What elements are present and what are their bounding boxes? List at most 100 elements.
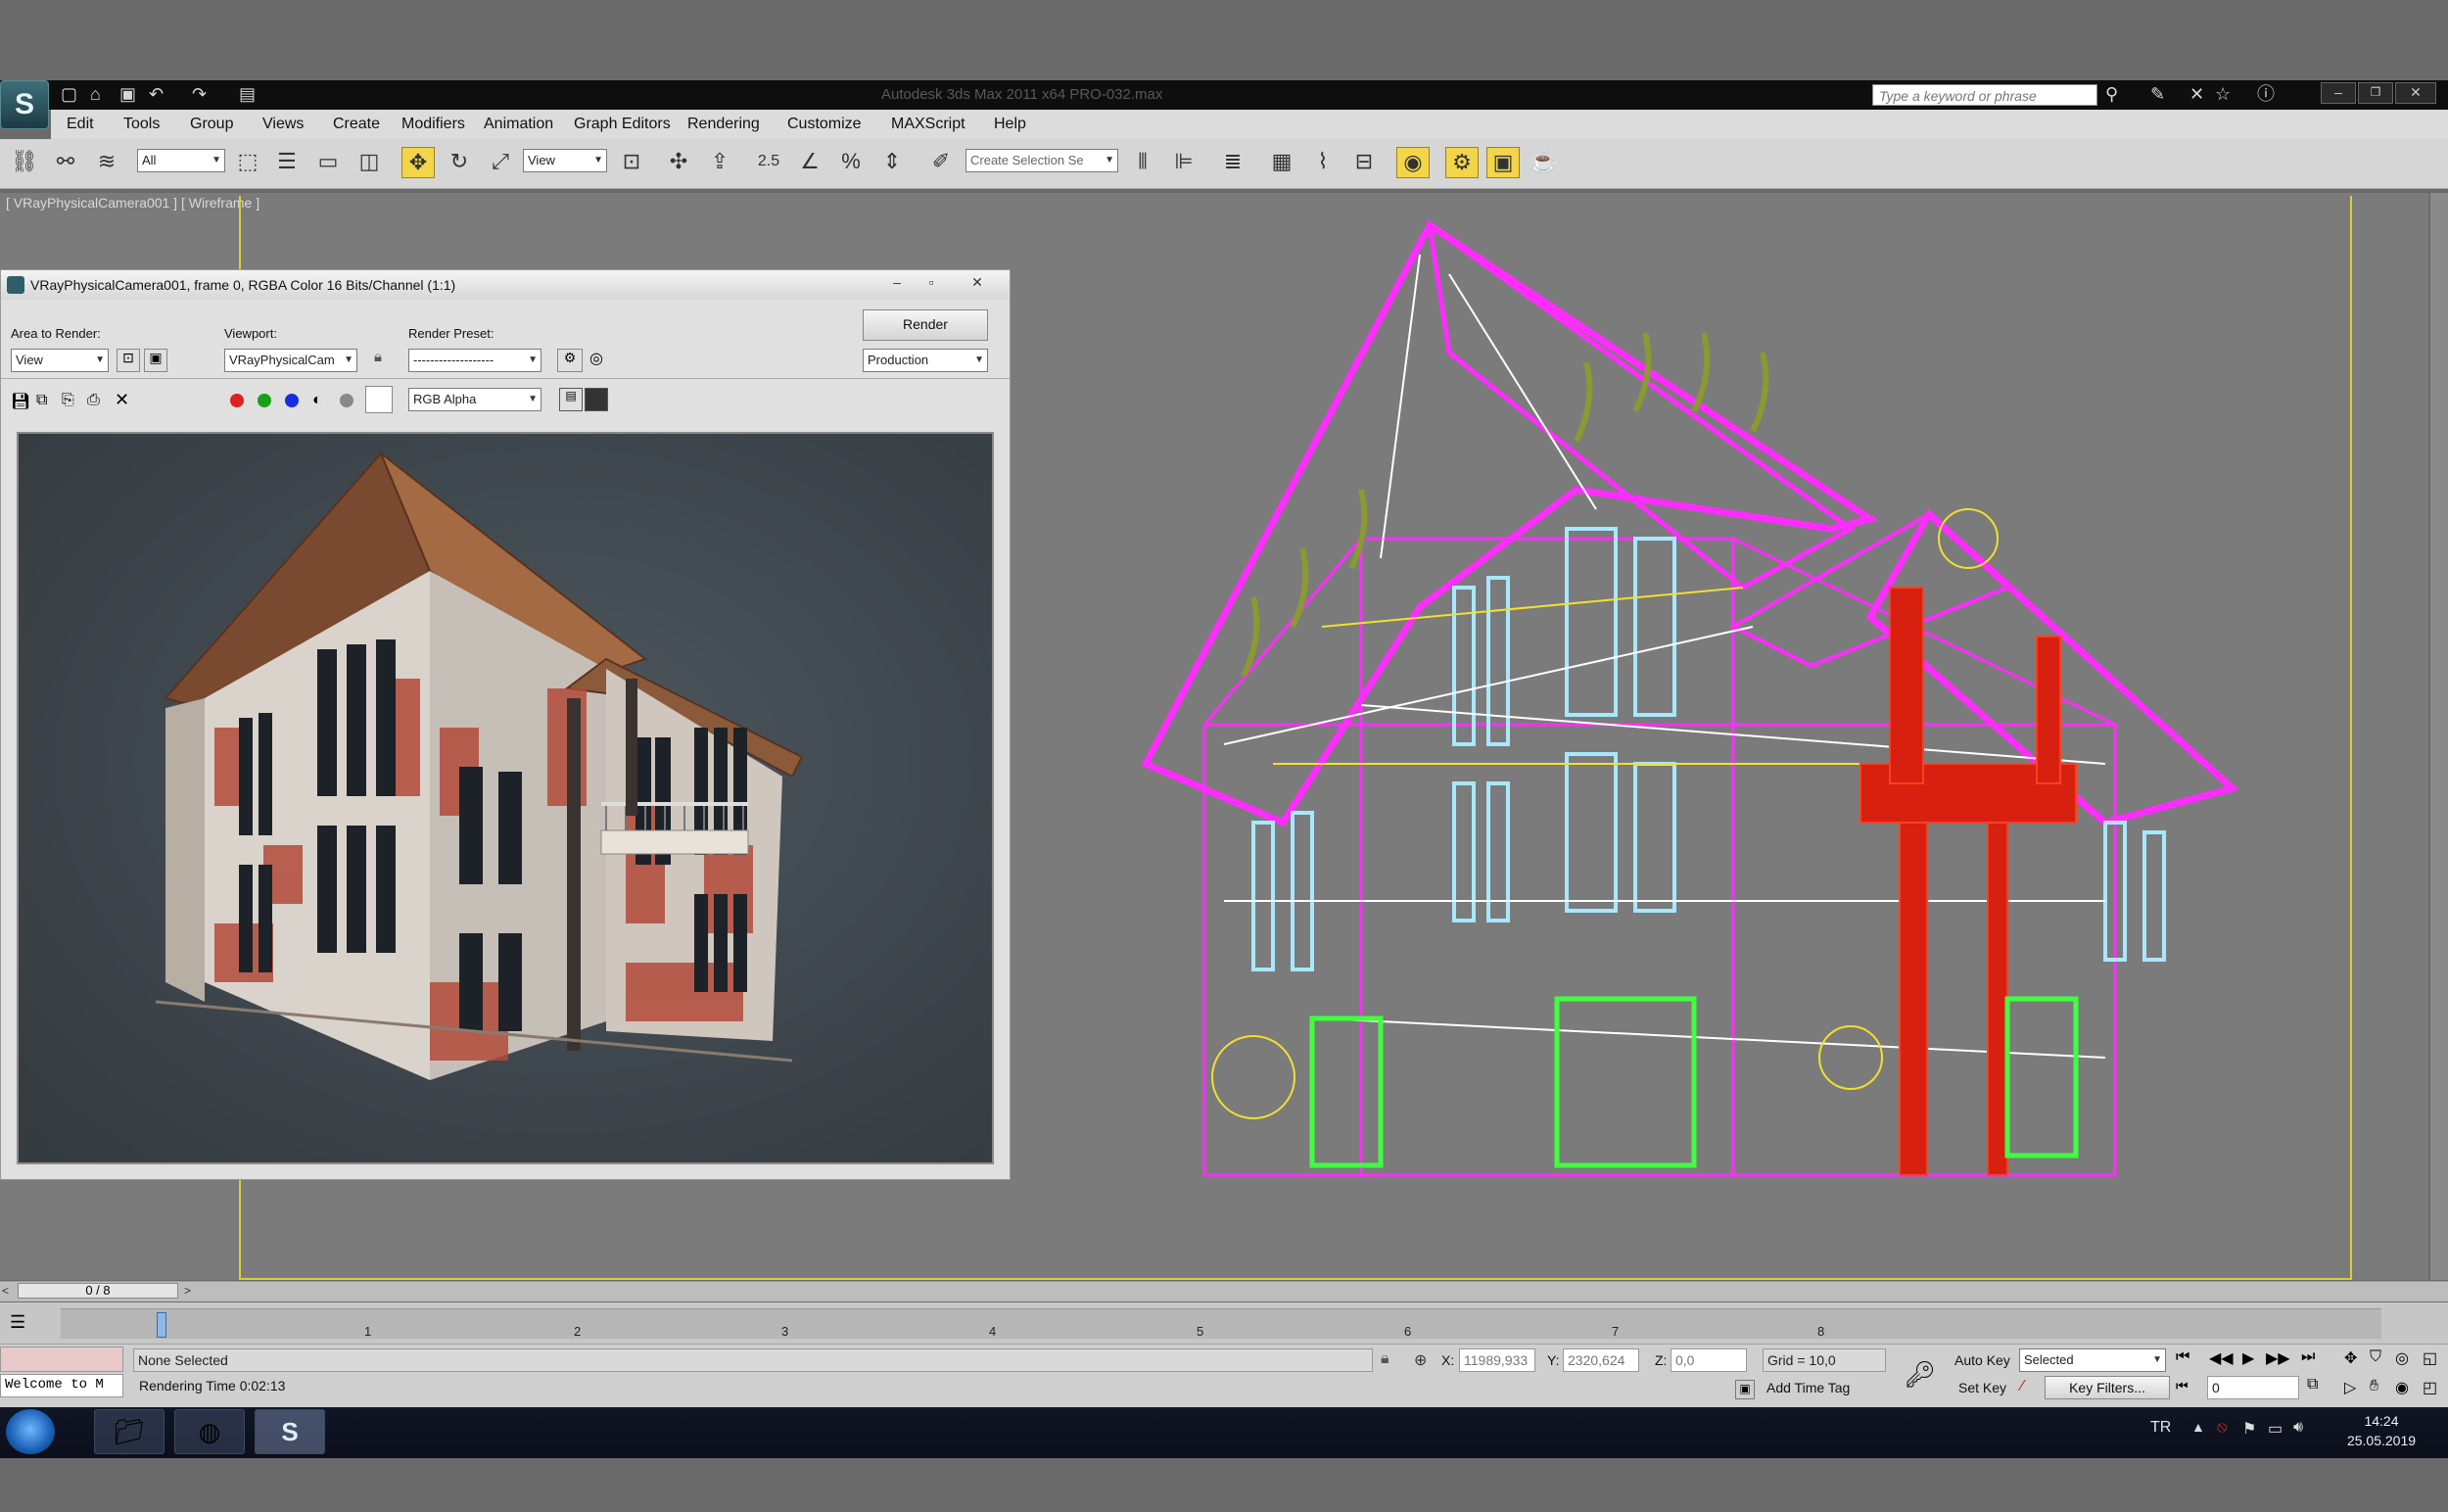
add-time-tag-button[interactable]: Add Time Tag <box>1766 1380 1850 1395</box>
graphite-toggle-icon[interactable]: ▦ <box>1265 147 1298 178</box>
previous-frame-icon[interactable]: ◀◀ <box>2209 1348 2234 1368</box>
curve-editor-icon[interactable]: ⌇ <box>1306 147 1340 178</box>
render-setup-icon[interactable]: ⚙ <box>1445 147 1479 178</box>
green-channel-toggle[interactable] <box>258 394 271 407</box>
menu-edit[interactable]: Edit <box>67 116 94 133</box>
antivirus-icon[interactable]: ⦸ <box>2217 1419 2227 1437</box>
pivot-center-icon[interactable]: ⊡ <box>615 147 648 178</box>
time-slider-prev-icon[interactable]: < <box>2 1284 9 1298</box>
minimize-button[interactable]: – <box>2321 82 2356 104</box>
rendered-frame-window-icon[interactable]: ▣ <box>1486 147 1520 178</box>
viewport-label[interactable]: [ VRayPhysicalCamera001 ] [ Wireframe ] <box>6 195 259 211</box>
clock-time[interactable]: 14:24 <box>2334 1413 2428 1429</box>
align-icon[interactable]: ⊫ <box>1167 147 1200 178</box>
render-close-button[interactable]: ✕ <box>963 274 992 294</box>
key-filters-button[interactable]: Key Filters... <box>2045 1376 2170 1399</box>
time-config-icon[interactable]: ⧉ <box>2307 1376 2318 1394</box>
zoom-icon[interactable]: ✥ <box>2344 1348 2357 1368</box>
frame-counter[interactable]: 0 / 8 <box>18 1283 178 1299</box>
key-mode-icon[interactable]: ⁄ <box>2021 1378 2024 1395</box>
min-max-toggle-icon[interactable]: ◰ <box>2423 1378 2437 1397</box>
app-logo-button[interactable]: S <box>0 80 49 129</box>
track-bar[interactable]: ☰ 1 2 3 4 5 6 7 8 <box>0 1302 2448 1344</box>
unlink-icon[interactable]: ⚯ <box>49 147 82 178</box>
y-coordinate-field[interactable]: 2320,624 <box>1563 1348 1639 1372</box>
time-slider-next-icon[interactable]: > <box>184 1284 191 1298</box>
layer-manager-icon[interactable]: ≣ <box>1216 147 1249 178</box>
set-key-icon[interactable]: 🔑︎ <box>1896 1352 1945 1395</box>
render-minimize-button[interactable]: – <box>882 274 912 294</box>
angle-snap-icon[interactable]: ∠ <box>793 147 826 178</box>
menu-create[interactable]: Create <box>333 116 380 133</box>
menu-customize[interactable]: Customize <box>787 116 862 133</box>
toggle-ui-icon[interactable] <box>585 388 608 411</box>
mini-curve-editor-icon[interactable]: ☰ <box>10 1312 25 1333</box>
clear-icon[interactable]: ✕ <box>115 390 129 410</box>
new-file-icon[interactable]: ▢ <box>61 82 77 106</box>
open-file-icon[interactable]: ⌂ <box>90 82 101 106</box>
menu-tools[interactable]: Tools <box>123 116 160 133</box>
rectangular-selection-icon[interactable]: ▭ <box>311 147 345 178</box>
menu-group[interactable]: Group <box>190 116 233 133</box>
field-of-view-icon[interactable]: ▷ <box>2344 1378 2356 1397</box>
render-setup-small-icon[interactable]: ⚙ <box>557 349 583 372</box>
swatch[interactable] <box>365 386 393 413</box>
select-object-icon[interactable]: ⬚ <box>231 147 264 178</box>
taskbar-chrome-icon[interactable]: ◍ <box>174 1409 245 1454</box>
select-and-link-icon[interactable]: ⛓ <box>8 147 41 178</box>
render-preset-dropdown[interactable]: ------------------- ▼ <box>408 349 541 372</box>
command-panel-edge[interactable] <box>2430 193 2448 1280</box>
menu-views[interactable]: Views <box>262 116 304 133</box>
lock-viewport-icon[interactable]: 🔒︎ <box>367 349 389 370</box>
orbit-camera-icon[interactable]: ◉ <box>2395 1378 2409 1397</box>
mirror-icon[interactable]: ⫴ <box>1126 147 1159 178</box>
auto-region-icon[interactable]: ▣ <box>144 349 167 372</box>
edit-named-selection-icon[interactable]: ✐ <box>924 147 958 178</box>
menu-modifiers[interactable]: Modifiers <box>401 116 465 133</box>
search-input[interactable]: Type a keyword or phrase <box>1872 84 2097 106</box>
window-crossing-icon[interactable]: ◫ <box>353 147 386 178</box>
time-tag-icon[interactable]: ▣ <box>1735 1380 1755 1399</box>
reference-coord-dropdown[interactable]: View ▼ <box>523 149 607 172</box>
clone-window-icon[interactable]: ⎘ <box>62 392 74 409</box>
zoom-all-icon[interactable]: ⛉ <box>2370 1348 2381 1366</box>
production-dropdown[interactable]: Production ▼ <box>863 349 988 372</box>
display-channel-dropdown[interactable]: RGB Alpha ▼ <box>408 388 541 411</box>
select-by-name-icon[interactable]: ☰ <box>270 147 304 178</box>
bind-space-warp-icon[interactable]: ≋ <box>90 147 123 178</box>
start-button[interactable] <box>6 1409 55 1454</box>
orbit-icon[interactable]: ◎ <box>2395 1348 2409 1368</box>
binoculars-icon[interactable]: ⚲ <box>2105 82 2118 106</box>
selection-filter-dropdown[interactable]: All ▼ <box>137 149 225 172</box>
time-marker[interactable] <box>157 1312 166 1338</box>
schematic-view-icon[interactable]: ⊟ <box>1347 147 1381 178</box>
language-indicator[interactable]: TR <box>2150 1419 2171 1437</box>
print-image-icon[interactable]: ⎙ <box>87 392 100 409</box>
restore-button[interactable]: ❐ <box>2358 82 2393 104</box>
menu-help[interactable]: Help <box>994 116 1026 133</box>
project-folder-icon[interactable]: ▤ <box>239 82 256 106</box>
red-channel-toggle[interactable] <box>230 394 244 407</box>
scale-icon[interactable]: ⤢ <box>484 147 517 178</box>
help-icon[interactable]: ⓘ <box>2257 82 2275 106</box>
taskbar-3dsmax-icon[interactable]: S <box>255 1409 325 1454</box>
undo-icon[interactable]: ↶ <box>149 82 164 106</box>
select-manipulate-icon[interactable]: ✣ <box>662 147 695 178</box>
material-editor-icon[interactable]: ◉ <box>1396 147 1430 178</box>
network-icon[interactable]: ▭ <box>2268 1419 2283 1439</box>
maxscript-listener-top[interactable] <box>0 1347 123 1372</box>
rotate-icon[interactable]: ↻ <box>443 147 476 178</box>
viewport-select-dropdown[interactable]: VRayPhysicalCam ▼ <box>224 349 357 372</box>
action-center-icon[interactable]: ⚑ <box>2242 1419 2256 1439</box>
go-to-start-icon[interactable]: ⏮ <box>2176 1348 2189 1366</box>
key-mode-toggle-icon[interactable]: ⏮ <box>2176 1378 2189 1394</box>
x-coordinate-field[interactable]: 11989,933 <box>1459 1348 1535 1372</box>
blue-channel-toggle[interactable] <box>285 394 299 407</box>
go-to-end-icon[interactable]: ⏭ <box>2301 1348 2315 1366</box>
close-button[interactable]: ✕ <box>2395 82 2436 104</box>
edit-region-icon[interactable]: ⊡ <box>117 349 140 372</box>
toggle-ui-overlay-icon[interactable]: ▤ <box>559 388 583 411</box>
play-icon[interactable]: ▶ <box>2242 1348 2254 1368</box>
show-hidden-icons[interactable]: ▲ <box>2191 1419 2205 1435</box>
copy-image-icon[interactable]: ⧉ <box>36 392 47 409</box>
